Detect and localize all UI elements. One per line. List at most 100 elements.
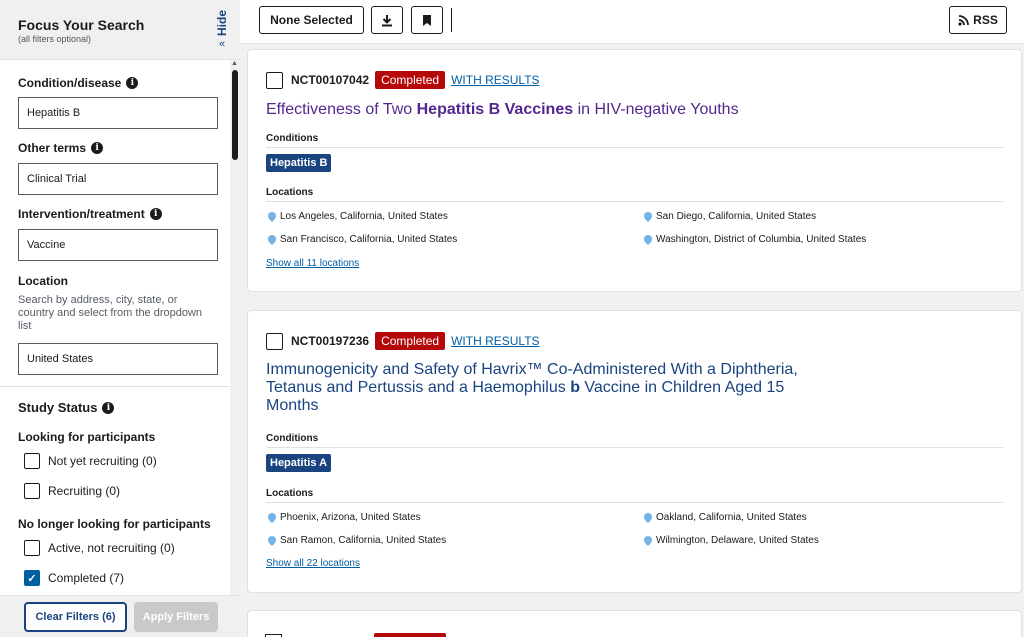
- location-text: San Ramon, California, United States: [280, 535, 447, 546]
- hide-label: Hide: [215, 9, 229, 36]
- location-text: Los Angeles, California, United States: [280, 211, 448, 222]
- filter-sidebar: Focus Your Search (all filters optional)…: [0, 0, 240, 637]
- location-item: Phoenix, Arizona, United States: [268, 512, 421, 523]
- title-highlight: Hepatitis B Vaccines: [416, 101, 574, 118]
- location-text: San Diego, California, United States: [656, 211, 817, 222]
- hide-sidebar-button[interactable]: Hide «: [204, 0, 240, 60]
- info-icon[interactable]: i: [91, 142, 104, 154]
- map-pin-icon: [644, 234, 652, 245]
- location-hint: Search by address, city, state, or count…: [18, 294, 203, 332]
- check-icon[interactable]: ✓: [24, 570, 40, 586]
- location-input[interactable]: United States: [18, 343, 218, 375]
- condition-tag[interactable]: Hepatitis B: [266, 154, 332, 172]
- status-badge: Completed: [375, 71, 446, 89]
- location-item: Los Angeles, California, United States: [268, 211, 448, 222]
- divider: [266, 201, 1004, 202]
- study-title-link[interactable]: Effectiveness of Two Hepatitis B Vaccine…: [266, 101, 826, 119]
- condition-tag[interactable]: Hepatitis A: [266, 454, 332, 472]
- nct-id: NCT00197236: [291, 334, 370, 348]
- map-pin-icon: [268, 512, 276, 523]
- study-card: NCT00107042 Completed WITH RESULTS Effec…: [247, 49, 1022, 292]
- checkbox-label: Active, not recruiting (0): [48, 541, 175, 555]
- checkbox-label: Recruiting (0): [48, 484, 121, 498]
- condition-label: Condition/disease i: [18, 76, 139, 90]
- scroll-up-icon[interactable]: ▲: [231, 60, 238, 67]
- sidebar-header: Focus Your Search (all filters optional)…: [0, 0, 240, 60]
- bookmark-icon: [423, 14, 431, 26]
- select-study-checkbox[interactable]: [266, 71, 283, 89]
- location-item: San Diego, California, United States: [644, 211, 816, 222]
- show-all-locations-link[interactable]: Show all 11 locations: [266, 258, 359, 269]
- sidebar-subtitle: (all filters optional): [18, 34, 92, 44]
- intervention-label: Intervention/treatment i: [18, 207, 162, 221]
- other-terms-input[interactable]: Clinical Trial: [18, 163, 218, 195]
- intervention-input[interactable]: Vaccine: [18, 229, 218, 261]
- title-highlight: b: [570, 379, 580, 396]
- no-longer-group-label: No longer looking for participants: [18, 517, 211, 531]
- study-title-link[interactable]: Immunogenicity and Safety of Havrix™ Co-…: [266, 361, 826, 415]
- intervention-label-text: Intervention/treatment: [18, 207, 145, 221]
- location-text: Wilmington, Delaware, United States: [656, 535, 819, 546]
- not-yet-recruiting-checkbox[interactable]: Not yet recruiting (0): [24, 453, 157, 469]
- checkbox[interactable]: [24, 483, 40, 499]
- study-status-title: Study Status i: [18, 400, 115, 415]
- location-label: Location: [18, 274, 68, 288]
- info-icon[interactable]: i: [126, 77, 139, 89]
- checkbox[interactable]: [24, 540, 40, 556]
- scrollbar-thumb[interactable]: [232, 70, 238, 160]
- location-item: San Ramon, California, United States: [268, 535, 446, 546]
- show-all-locations-link[interactable]: Show all 22 locations: [266, 558, 360, 569]
- with-results-link[interactable]: WITH RESULTS: [451, 334, 539, 348]
- condition-label-text: Condition/disease: [18, 76, 122, 90]
- checkbox-label: Not yet recruiting (0): [48, 454, 157, 468]
- nct-id: NCT00107042: [291, 73, 370, 87]
- location-label-text: Location: [18, 274, 68, 288]
- toolbar-divider: [451, 8, 452, 32]
- other-terms-label-text: Other terms: [18, 141, 87, 155]
- condition-input[interactable]: Hepatitis B: [18, 97, 218, 129]
- none-selected-button[interactable]: None Selected: [259, 6, 364, 34]
- info-icon[interactable]: i: [149, 208, 162, 220]
- rss-icon: [958, 14, 970, 26]
- checkbox-label: Completed (7): [48, 571, 125, 585]
- info-icon[interactable]: i: [102, 401, 115, 414]
- card-header: NCT00107042 Completed WITH RESULTS: [266, 71, 540, 89]
- location-item: Oakland, California, United States: [644, 512, 807, 523]
- download-icon: [382, 14, 392, 26]
- map-pin-icon: [268, 234, 276, 245]
- completed-checkbox[interactable]: ✓ Completed (7): [24, 570, 124, 586]
- section-divider: [0, 386, 230, 387]
- checkbox[interactable]: [24, 453, 40, 469]
- study-card: [247, 610, 1022, 637]
- map-pin-icon: [644, 512, 652, 523]
- location-text: Oakland, California, United States: [656, 512, 807, 523]
- map-pin-icon: [268, 211, 276, 222]
- download-button[interactable]: [371, 6, 403, 34]
- location-text: Washington, District of Columbia, United…: [656, 234, 867, 245]
- locations-label: Locations: [266, 488, 314, 499]
- clear-filters-button[interactable]: Clear Filters (6): [24, 602, 127, 632]
- divider: [266, 502, 1004, 503]
- location-item: San Francisco, California, United States: [268, 234, 457, 245]
- apply-filters-button[interactable]: Apply Filters: [134, 602, 218, 632]
- map-pin-icon: [644, 535, 652, 546]
- locations-label: Locations: [266, 187, 314, 198]
- map-pin-icon: [644, 211, 652, 222]
- active-not-recruiting-checkbox[interactable]: Active, not recruiting (0): [24, 540, 175, 556]
- title-text: in HIV-negative Youths: [573, 101, 739, 118]
- with-results-link[interactable]: WITH RESULTS: [451, 73, 539, 87]
- recruiting-checkbox[interactable]: Recruiting (0): [24, 483, 120, 499]
- card-header: NCT00197236 Completed WITH RESULTS: [266, 332, 540, 350]
- sidebar-footer: Clear Filters (6) Apply Filters: [0, 595, 240, 637]
- rss-label: RSS: [973, 13, 998, 27]
- status-badge: [374, 633, 446, 637]
- sidebar-scrollbar[interactable]: ▲: [230, 60, 240, 595]
- bookmark-button[interactable]: [411, 6, 443, 34]
- looking-group-label: Looking for participants: [18, 430, 156, 444]
- study-card: NCT00197236 Completed WITH RESULTS Immun…: [247, 310, 1022, 593]
- rss-button[interactable]: RSS: [949, 6, 1007, 34]
- select-study-checkbox[interactable]: [266, 332, 283, 350]
- conditions-label: Conditions: [266, 433, 319, 444]
- sidebar-title: Focus Your Search: [18, 17, 145, 33]
- location-text: Phoenix, Arizona, United States: [280, 512, 421, 523]
